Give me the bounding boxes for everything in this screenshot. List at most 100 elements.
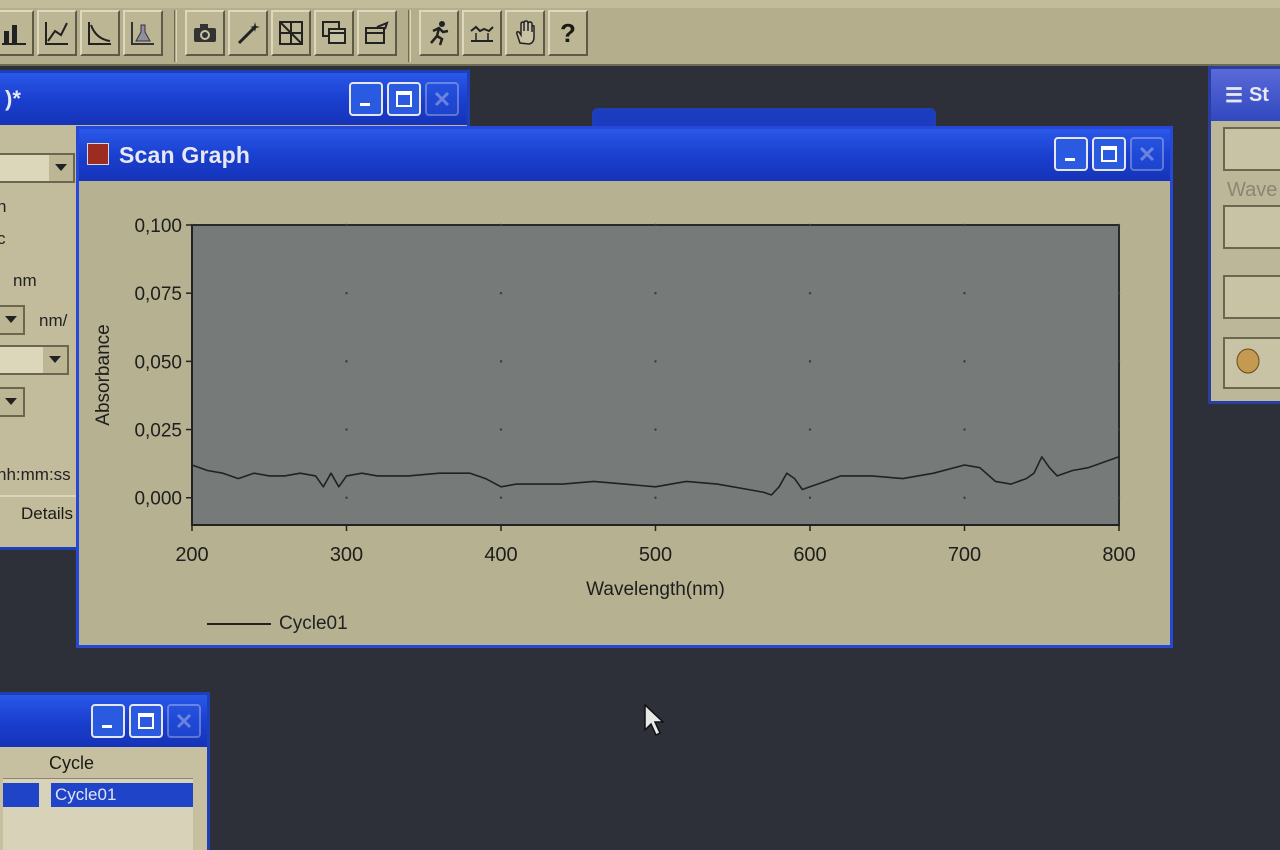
camera-button[interactable]: [185, 10, 225, 56]
grid-dot: [499, 428, 503, 431]
method-combo-2[interactable]: [0, 305, 25, 335]
method-combo-3[interactable]: [0, 345, 69, 375]
flask-chart-icon: [131, 22, 154, 45]
help-button[interactable]: ?: [548, 10, 588, 56]
grid-dot: [808, 223, 812, 227]
help-icon: ?: [560, 17, 576, 48]
x-tick-label: 800: [1102, 544, 1135, 566]
close-button[interactable]: [1130, 137, 1164, 171]
window-copy-icon: [322, 21, 346, 44]
tab-details-label: Details: [21, 504, 73, 523]
combo-dropdown[interactable]: [41, 347, 67, 373]
window-copy-button[interactable]: [314, 10, 354, 56]
maximize-icon: [1101, 146, 1117, 162]
y-tick-label: 0,050: [134, 352, 182, 373]
scan-graph-window: Scan Graph 0,000 0,025 0,050 0,075 0,100 200 3…: [76, 126, 1173, 648]
wavelength-label: Wave: [1227, 179, 1278, 201]
flask-chart-button[interactable]: [123, 10, 163, 56]
grid-dot: [1117, 428, 1121, 431]
minimize-icon: [1065, 158, 1075, 161]
x-tick-label: 600: [793, 544, 826, 566]
setting-label: c: [0, 229, 6, 248]
line-chart-icon: [45, 22, 68, 45]
grid-button[interactable]: [271, 10, 311, 56]
grid-icon: [279, 21, 303, 45]
maximize-button[interactable]: [129, 704, 163, 738]
cycle-column-header[interactable]: Cycle: [3, 753, 193, 779]
method-settings-panel: n c nm nm/ hh:mm:ss Details: [0, 125, 78, 547]
grid-dot: [1117, 360, 1121, 363]
grid-dot: [654, 223, 657, 227]
list-item-selection[interactable]: [3, 783, 39, 807]
minimize-button[interactable]: [1054, 137, 1088, 171]
lamp-button[interactable]: [1223, 337, 1280, 389]
grid-dot: [808, 291, 812, 295]
camera-icon: [194, 24, 216, 42]
minimize-icon: [102, 725, 112, 728]
maximize-button[interactable]: [1092, 137, 1126, 171]
close-icon: [434, 91, 450, 107]
grid-dot: [499, 223, 503, 227]
status-field-2: [1223, 275, 1280, 319]
absorbance-chart[interactable]: 0,000 0,025 0,050 0,075 0,100 200 300 400 500 600…: [79, 181, 1170, 601]
grid-dot: [963, 428, 966, 431]
minimize-button[interactable]: [349, 82, 383, 116]
runner-button[interactable]: [419, 10, 459, 56]
combo-dropdown[interactable]: [0, 389, 23, 415]
method-window-controls: [345, 82, 459, 116]
grid-dot: [1117, 496, 1121, 499]
baseline-button[interactable]: [462, 10, 502, 56]
close-button[interactable]: [425, 82, 459, 116]
y-tick-label: 0,000: [134, 489, 182, 510]
minimize-button[interactable]: [91, 704, 125, 738]
toolbar-separator: [408, 10, 411, 62]
close-icon: [176, 713, 192, 729]
grid-dot: [654, 428, 657, 431]
export-button[interactable]: [357, 10, 397, 56]
status-window-titlebar[interactable]: ☰ St: [1211, 69, 1280, 121]
curve-chart-button[interactable]: [80, 10, 120, 56]
toolbar-separator: [174, 10, 177, 62]
x-tick-label: 500: [639, 544, 672, 566]
hand-icon: [516, 20, 535, 45]
grid-dot: [345, 360, 348, 363]
x-tick-label: 300: [330, 544, 363, 566]
grid-dot: [345, 291, 348, 295]
grid-dot: [963, 360, 966, 363]
wand-button[interactable]: [228, 10, 268, 56]
bar-chart-icon: [2, 25, 26, 45]
list-item[interactable]: Cycle01: [51, 783, 193, 807]
plot-area: [191, 224, 1120, 526]
method-combo-4[interactable]: [0, 387, 25, 417]
y-axis-title: Absorbance: [93, 324, 114, 425]
chevron-down-icon: [5, 316, 17, 323]
mouse-cursor-icon: [644, 704, 665, 737]
maximize-button[interactable]: [387, 82, 421, 116]
y-tick-label: 0,075: [134, 284, 182, 305]
chevron-down-icon: [55, 164, 67, 171]
tab-details[interactable]: Details: [0, 495, 78, 531]
grid-dot: [499, 496, 503, 499]
close-button[interactable]: [167, 704, 201, 738]
combo-dropdown[interactable]: [0, 307, 23, 333]
y-tick-label: 0,100: [134, 216, 182, 237]
chevron-down-icon: [5, 398, 17, 405]
toolbar-group-charts: ?: [0, 10, 591, 62]
grid-dot: [654, 291, 657, 295]
grid-dot: [963, 291, 966, 295]
grid-dot: [963, 223, 966, 227]
grid-dot: [345, 223, 348, 227]
grid-dot: [808, 496, 812, 499]
combo-dropdown[interactable]: [47, 155, 73, 181]
grid-dot: [499, 291, 503, 295]
maximize-icon: [138, 713, 154, 729]
cycle-window-controls: [87, 704, 201, 738]
line-chart-button[interactable]: [37, 10, 77, 56]
grid-dot: [808, 428, 812, 431]
scan-graph-titlebar[interactable]: Scan Graph: [79, 129, 1170, 181]
hand-button[interactable]: [505, 10, 545, 56]
setting-label: n: [0, 197, 7, 216]
method-combo-1[interactable]: [0, 153, 75, 183]
wand-icon: [237, 22, 260, 45]
bar-chart-button[interactable]: [0, 10, 34, 56]
